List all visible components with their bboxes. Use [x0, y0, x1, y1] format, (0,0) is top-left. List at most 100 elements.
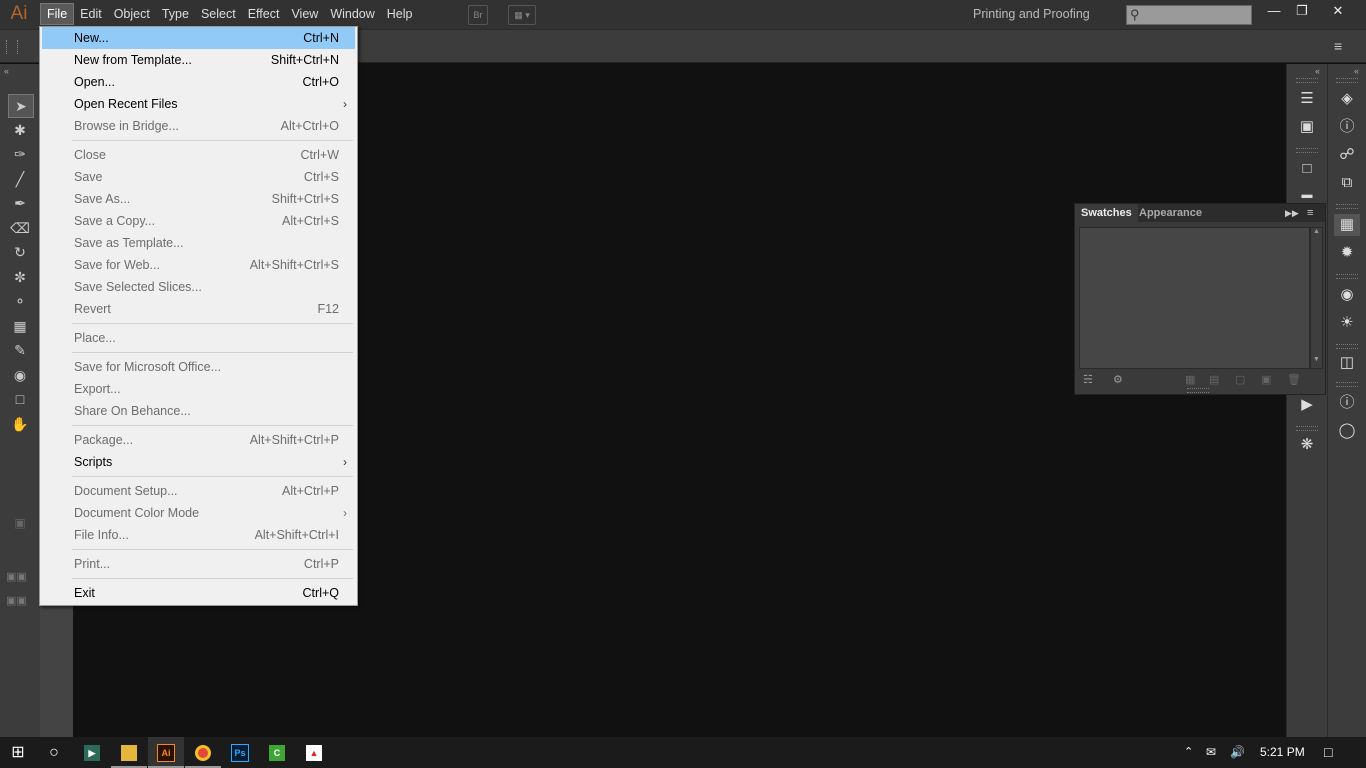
menu-object[interactable]: Object	[108, 3, 156, 25]
links-icon[interactable]: ☍	[1334, 144, 1360, 166]
menu-item-export[interactable]: Export...	[42, 378, 355, 400]
menu-lines-icon[interactable]: ☰	[1294, 88, 1320, 110]
bridge-button[interactable]: Br	[468, 5, 488, 25]
screen-mode-icon[interactable]: ▣▣	[6, 594, 34, 608]
transform-icon[interactable]: □	[1294, 158, 1320, 180]
photoshop-icon[interactable]: Ps	[222, 737, 258, 768]
line-tool-icon[interactable]: ╱	[8, 168, 32, 190]
expand-panel-icon[interactable]: ▶▶	[1285, 204, 1299, 222]
menu-item-save-for-web[interactable]: Save for Web... Alt+Shift+Ctrl+S	[42, 254, 355, 276]
shape-builder-icon[interactable]: ⚬	[8, 290, 32, 312]
pen-tool-icon[interactable]: ✑	[8, 143, 32, 165]
menu-item-save-as[interactable]: Save As... Shift+Ctrl+S	[42, 188, 355, 210]
panel-grip[interactable]	[1296, 148, 1318, 153]
layers-icon[interactable]: ◈	[1334, 88, 1360, 110]
swatch-libraries-icon[interactable]: ☵	[1083, 373, 1093, 386]
swatch-list[interactable]	[1079, 227, 1310, 369]
scrollbar[interactable]: ▲ ▼	[1310, 227, 1323, 369]
rotate-tool-icon[interactable]: ↻	[8, 241, 32, 263]
menu-item-share-on-behance[interactable]: Share On Behance...	[42, 400, 355, 422]
menu-item-document-setup[interactable]: Document Setup... Alt+Ctrl+P	[42, 480, 355, 502]
camtasia-icon[interactable]: C	[259, 737, 295, 768]
panel-menu-icon[interactable]: ≡	[1307, 204, 1313, 222]
panel-grip[interactable]	[1336, 78, 1358, 83]
illustrator-icon[interactable]: Ai	[148, 737, 184, 768]
search-input[interactable]: ⚲	[1126, 5, 1252, 25]
swatches-icon[interactable]: ▦	[1334, 214, 1360, 236]
swatch-options-icon[interactable]: ⚙	[1113, 373, 1123, 386]
menu-item-open-recent-files[interactable]: Open Recent Files ›	[42, 93, 355, 115]
transparency-icon[interactable]: ◫	[1334, 352, 1360, 374]
new-color-group-icon[interactable]: ▢	[1235, 373, 1245, 386]
menu-item-open[interactable]: Open... Ctrl+O	[42, 71, 355, 93]
scroll-up-icon[interactable]: ▲	[1313, 228, 1320, 235]
magic-wand-icon[interactable]: ✱	[8, 119, 32, 141]
menu-item-revert[interactable]: Revert F12	[42, 298, 355, 320]
volume-icon[interactable]: 🔊	[1230, 737, 1245, 768]
panel-menu-icon[interactable]: ≡	[1334, 38, 1342, 54]
menu-item-place[interactable]: Place...	[42, 327, 355, 349]
menu-file[interactable]: File	[40, 3, 75, 25]
selection-tool-icon[interactable]: ➤	[8, 94, 34, 118]
menu-item-exit[interactable]: Exit Ctrl+Q	[42, 582, 355, 604]
menu-view[interactable]: View	[285, 3, 324, 25]
menu-item-close[interactable]: Close Ctrl+W	[42, 144, 355, 166]
menu-edit[interactable]: Edit	[74, 3, 108, 25]
scroll-down-icon[interactable]: ▼	[1313, 356, 1320, 363]
chrome-icon[interactable]	[185, 737, 221, 768]
menu-item-save[interactable]: Save Ctrl+S	[42, 166, 355, 188]
image-trace-icon[interactable]: ◯	[1334, 420, 1360, 442]
close-button[interactable]: ✕	[1322, 0, 1354, 22]
menu-item-new-from-template[interactable]: New from Template... Shift+Ctrl+N	[42, 49, 355, 71]
arrange-documents-icon[interactable]: ▦ ▾	[508, 5, 536, 25]
workspace-switcher[interactable]: Printing and Proofing ▼	[963, 4, 1108, 41]
app-icon[interactable]: ▶	[74, 737, 110, 768]
notifications-icon[interactable]: □	[1324, 737, 1332, 768]
cortana-icon[interactable]: ○	[36, 737, 72, 768]
panel-grip[interactable]	[1336, 382, 1358, 387]
eyedropper-icon[interactable]: ✎	[8, 339, 32, 361]
artboard-tool-icon[interactable]: □	[8, 388, 32, 410]
acrobat-icon[interactable]: ▲	[296, 737, 332, 768]
color-guide-icon[interactable]: ☀	[1334, 312, 1360, 334]
menu-item-file-info[interactable]: File Info... Alt+Shift+Ctrl+I	[42, 524, 355, 546]
collapse-icon[interactable]: «	[1315, 66, 1320, 76]
graphic-styles-icon[interactable]: ◉	[1334, 284, 1360, 306]
actions-play-icon[interactable]: ▶	[1294, 394, 1320, 416]
control-bar-grip[interactable]	[6, 40, 18, 54]
symbols-icon[interactable]: ❋	[1294, 434, 1320, 456]
artboards-icon[interactable]: ⧉	[1334, 172, 1360, 194]
delete-swatch-icon[interactable]: 🗑	[1287, 373, 1301, 386]
menu-type[interactable]: Type	[156, 3, 195, 25]
restore-button[interactable]: ❐	[1286, 0, 1318, 22]
collapse-icon[interactable]: «	[1354, 66, 1359, 76]
swatch-properties-icon[interactable]: ▤	[1209, 373, 1219, 386]
clock[interactable]: 5:21 PM	[1260, 737, 1305, 768]
brushes-icon[interactable]: ✹	[1334, 242, 1360, 264]
menu-item-print[interactable]: Print... Ctrl+P	[42, 553, 355, 575]
panel-grip[interactable]	[1336, 204, 1358, 209]
menu-item-new[interactable]: New... Ctrl+N	[42, 27, 355, 49]
new-swatch-icon[interactable]: ▣	[1261, 373, 1271, 386]
drawing-mode-icon[interactable]: ▣▣	[6, 570, 34, 584]
collapse-icon[interactable]: «	[4, 66, 9, 76]
tab-swatches[interactable]: Swatches	[1075, 204, 1138, 222]
eraser-icon[interactable]: ⌫	[8, 217, 32, 239]
menu-item-document-color-mode[interactable]: Document Color Mode ›	[42, 502, 355, 524]
start-icon[interactable]: ⊞	[0, 737, 36, 768]
panel-grip[interactable]	[1336, 344, 1358, 349]
menu-item-scripts[interactable]: Scripts ›	[42, 451, 355, 473]
file-explorer-icon[interactable]	[111, 737, 147, 768]
panel-resize-grip[interactable]	[1187, 388, 1209, 393]
menu-item-save-for-microsoft-office[interactable]: Save for Microsoft Office...	[42, 356, 355, 378]
document-info-icon[interactable]: ⓘ	[1334, 392, 1360, 414]
panel-grip[interactable]	[1336, 274, 1358, 279]
menu-item-save-selected-slices[interactable]: Save Selected Slices...	[42, 276, 355, 298]
panel-grip[interactable]	[1296, 78, 1318, 83]
fill-stroke-icon[interactable]: ▣	[8, 512, 32, 534]
menu-item-save-as-template[interactable]: Save as Template...	[42, 232, 355, 254]
panel-grip[interactable]	[1296, 426, 1318, 431]
menu-item-browse-in-bridge[interactable]: Browse in Bridge... Alt+Ctrl+O	[42, 115, 355, 137]
gradient-icon[interactable]: ▣	[1294, 116, 1320, 138]
perspective-grid-icon[interactable]: ▦	[8, 315, 32, 337]
